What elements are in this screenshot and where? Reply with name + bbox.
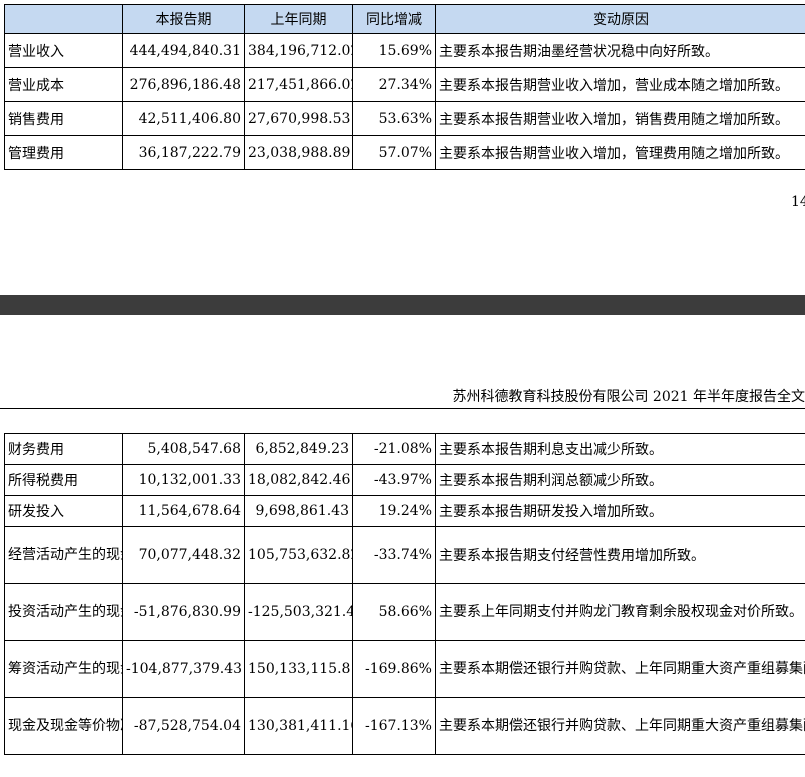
table-row: 经营活动产生的现金流量净额 70,077,448.32 105,753,632.… (4, 526, 805, 584)
header-cell-reason: 变动原因 (435, 4, 805, 34)
page-divider (0, 295, 805, 315)
change-percent: 19.24% (352, 495, 436, 527)
current-value: 5,408,547.68 (122, 433, 245, 465)
change-percent: 53.63% (352, 101, 436, 136)
current-value: -51,876,830.99 (122, 583, 245, 641)
change-reason: 主要系本报告期营业收入增加，管理费用随之增加所致。 (435, 135, 805, 170)
current-value: 10,132,001.33 (122, 464, 245, 496)
current-value: -87,528,754.04 (122, 697, 245, 755)
change-reason: 主要系本报告期研发投入增加所致。 (435, 495, 805, 527)
change-reason: 主要系本期偿还银行并购贷款、上年同期重大资产重组募集配套资金到位综合所致。 (435, 697, 805, 755)
header-rule (0, 408, 805, 409)
cash-flow-table: 财务费用 5,408,547.68 6,852,849.23 -21.08% 主… (4, 433, 805, 755)
table-row: 营业收入 444,494,840.31 384,196,712.02 15.69… (4, 33, 805, 68)
row-label: 投资活动产生的现金流量净额 (4, 583, 123, 641)
change-reason: 主要系本报告期利润总额减少所致。 (435, 464, 805, 496)
row-label: 所得税费用 (4, 464, 123, 496)
table-row: 财务费用 5,408,547.68 6,852,849.23 -21.08% 主… (4, 433, 805, 465)
prior-value: 18,082,842.46 (244, 464, 353, 496)
change-reason: 主要系本报告期营业收入增加，销售费用随之增加所致。 (435, 101, 805, 136)
current-value: 444,494,840.31 (122, 33, 245, 68)
change-percent: 15.69% (352, 33, 436, 68)
table-row: 营业成本 276,896,186.48 217,451,866.02 27.34… (4, 67, 805, 102)
page-number: 14 (791, 194, 805, 210)
prior-value: 150,133,115.81 (244, 640, 353, 698)
table-row: 所得税费用 10,132,001.33 18,082,842.46 -43.97… (4, 464, 805, 496)
running-header: 苏州科德教育科技股份有限公司 2021 年半年度报告全文 (452, 389, 805, 405)
prior-value: 27,670,998.53 (244, 101, 353, 136)
change-percent: -21.08% (352, 433, 436, 465)
table-row: 管理费用 36,187,222.79 23,038,988.89 57.07% … (4, 135, 805, 170)
row-label: 财务费用 (4, 433, 123, 465)
current-value: 276,896,186.48 (122, 67, 245, 102)
table-row: 投资活动产生的现金流量净额 -51,876,830.99 -125,503,32… (4, 583, 805, 641)
row-label: 研发投入 (4, 495, 123, 527)
change-reason: 主要系本报告期营业收入增加，营业成本随之增加所致。 (435, 67, 805, 102)
current-value: 11,564,678.64 (122, 495, 245, 527)
prior-value: 384,196,712.02 (244, 33, 353, 68)
table-row: 筹资活动产生的现金流量净额 -104,877,379.43 150,133,11… (4, 640, 805, 698)
prior-value: 130,381,411.16 (244, 697, 353, 755)
row-label: 筹资活动产生的现金流量净额 (4, 640, 123, 698)
table-row: 销售费用 42,511,406.80 27,670,998.53 53.63% … (4, 101, 805, 136)
prior-value: 23,038,988.89 (244, 135, 353, 170)
change-percent: -33.74% (352, 526, 436, 584)
change-percent: 58.66% (352, 583, 436, 641)
current-value: 42,511,406.80 (122, 101, 245, 136)
table-row: 研发投入 11,564,678.64 9,698,861.43 19.24% 主… (4, 495, 805, 527)
prior-value: 6,852,849.23 (244, 433, 353, 465)
change-percent: 57.07% (352, 135, 436, 170)
row-label: 销售费用 (4, 101, 123, 136)
prior-value: -125,503,321.41 (244, 583, 353, 641)
row-label: 营业成本 (4, 67, 123, 102)
current-value: 36,187,222.79 (122, 135, 245, 170)
current-value: 70,077,448.32 (122, 526, 245, 584)
change-percent: 27.34% (352, 67, 436, 102)
row-label: 营业收入 (4, 33, 123, 68)
header-cell-current-period: 本报告期 (122, 4, 245, 34)
table-header-row: 本报告期 上年同期 同比增减 变动原因 (4, 4, 805, 34)
current-value: -104,877,379.43 (122, 640, 245, 698)
header-cell-prior-period: 上年同期 (244, 4, 353, 34)
change-reason: 主要系本报告期利息支出减少所致。 (435, 433, 805, 465)
table-row: 现金及现金等价物净增加额 -87,528,754.04 130,381,411.… (4, 697, 805, 755)
prior-value: 9,698,861.43 (244, 495, 353, 527)
row-label: 现金及现金等价物净增加额 (4, 697, 123, 755)
header-cell-yoy-change: 同比增减 (352, 4, 436, 34)
change-percent: -169.86% (352, 640, 436, 698)
prior-value: 217,451,866.02 (244, 67, 353, 102)
change-reason: 主要系本期偿还银行并购贷款、上年同期重大资产重组募集配套资金到位综合所致。 (435, 640, 805, 698)
header-cell-item (4, 4, 123, 34)
row-label: 管理费用 (4, 135, 123, 170)
change-reason: 主要系上年同期支付并购龙门教育剩余股权现金对价所致。 (435, 583, 805, 641)
change-percent: -167.13% (352, 697, 436, 755)
change-reason: 主要系本报告期油墨经营状况稳中向好所致。 (435, 33, 805, 68)
row-label: 经营活动产生的现金流量净额 (4, 526, 123, 584)
change-reason: 主要系本报告期支付经营性费用增加所致。 (435, 526, 805, 584)
change-percent: -43.97% (352, 464, 436, 496)
prior-value: 105,753,632.82 (244, 526, 353, 584)
income-statement-table: 本报告期 上年同期 同比增减 变动原因 营业收入 444,494,840.31 … (4, 4, 805, 170)
